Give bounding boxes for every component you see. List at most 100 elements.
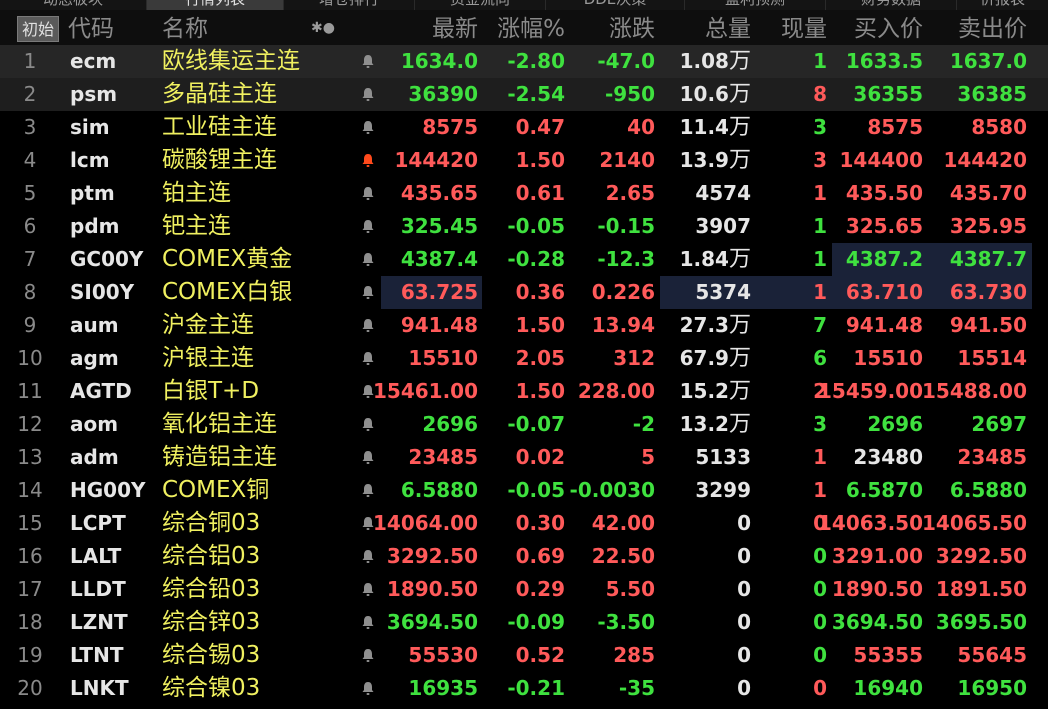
bid-price: 325.65 xyxy=(845,214,923,238)
table-row[interactable]: 1 ecm 欧线集运主连 1634.0 -2.80 -47.0 1.08万 1 1633.5 16… xyxy=(0,45,1048,78)
header-last[interactable]: 最新 xyxy=(432,10,478,46)
bell-icon[interactable] xyxy=(360,441,376,474)
bell-icon[interactable] xyxy=(360,111,376,144)
table-row[interactable]: 17 LLDT 综合铅03 1890.50 0.29 5.50 0 0 1890.50 1891.… xyxy=(0,573,1048,606)
table-row[interactable]: 12 aom 氧化铝主连 2696 -0.07 -2 13.2万 3 2696 2697 xyxy=(0,408,1048,441)
total-volume: 5133 xyxy=(695,441,751,474)
bell-icon[interactable] xyxy=(360,309,376,342)
bid-price: 14063.50 xyxy=(817,511,923,535)
total-volume-value: 1.84 xyxy=(679,247,729,271)
row-number: 4 xyxy=(23,148,37,172)
ask-price: 3292.50 xyxy=(935,544,1027,568)
init-button[interactable]: 初始 xyxy=(17,16,59,42)
bell-icon[interactable] xyxy=(360,474,376,507)
table-row[interactable]: 20 LNKT 综合镍03 16935 -0.21 -35 0 0 16940 16950 xyxy=(0,672,1048,705)
bell-icon[interactable] xyxy=(360,573,376,606)
bid-price: 941.48 xyxy=(845,313,923,337)
header-pct[interactable]: 涨幅% xyxy=(497,10,565,46)
symbol-name: 氧化铝主连 xyxy=(162,411,277,437)
last-price: 16935 xyxy=(408,676,478,700)
table-row[interactable]: 15 LCPT 综合铜03 14064.00 0.30 42.00 0 0 14063.50 14… xyxy=(0,507,1048,540)
tab-capital-flow[interactable]: 资金流向 xyxy=(415,0,546,10)
header-cur[interactable]: 现量 xyxy=(781,10,827,46)
table-row[interactable]: 2 psm 多晶硅主连 36390 -2.54 -950 10.6万 8 36355 36385 xyxy=(0,78,1048,111)
ask-price: 4387.7 xyxy=(949,247,1027,271)
bell-icon[interactable] xyxy=(360,606,376,639)
change-value: 22.50 xyxy=(591,544,655,568)
bell-icon[interactable] xyxy=(360,78,376,111)
symbol-code: LLDT xyxy=(70,577,126,601)
total-volume: 5374 xyxy=(695,276,751,309)
table-row[interactable]: 8 SI00Y COMEX白银 63.725 0.36 0.226 5374 1 63.710 6… xyxy=(0,276,1048,309)
tab-report[interactable]: 价报表 xyxy=(957,0,1048,10)
table-row[interactable]: 13 adm 铸造铝主连 23485 0.02 5 5133 1 23480 23485 xyxy=(0,441,1048,474)
bell-icon[interactable] xyxy=(360,540,376,573)
settings-icon[interactable]: ✱● xyxy=(311,20,335,36)
table-row[interactable]: 4 lcm 碳酸锂主连 144420 1.50 2140 13.9万 3 144400 14442… xyxy=(0,144,1048,177)
symbol-code: lcm xyxy=(70,148,110,172)
tab-dynamic-sector[interactable]: 动态板块 xyxy=(0,0,147,10)
change-percent: 0.02 xyxy=(515,445,565,469)
bid-price: 36355 xyxy=(853,82,923,106)
bell-icon[interactable] xyxy=(360,408,376,441)
tab-quote-list[interactable]: 行情列表 xyxy=(147,0,284,10)
bell-icon[interactable] xyxy=(360,210,376,243)
table-row[interactable]: 19 LTNT 综合锡03 55530 0.52 285 0 0 55355 55645 xyxy=(0,639,1048,672)
bell-icon[interactable] xyxy=(360,342,376,375)
total-volume-unit: 万 xyxy=(728,313,751,338)
bid-price: 8575 xyxy=(867,115,923,139)
table-row[interactable]: 18 LZNT 综合锌03 3694.50 -0.09 -3.50 0 0 3694.50 369… xyxy=(0,606,1048,639)
row-number: 7 xyxy=(23,247,37,271)
header-vol[interactable]: 总量 xyxy=(705,10,751,46)
total-volume: 1.84万 xyxy=(680,243,751,276)
tab-financial-data[interactable]: 财务数据 xyxy=(826,0,957,10)
bell-icon[interactable] xyxy=(360,177,376,210)
table-row[interactable]: 6 pdm 钯主连 325.45 -0.05 -0.15 3907 1 325.65 325.95 xyxy=(0,210,1048,243)
header-ask[interactable]: 卖出价 xyxy=(958,10,1027,46)
symbol-name: COMEX白银 xyxy=(162,279,293,305)
change-percent: -2.54 xyxy=(507,82,565,106)
bell-icon[interactable] xyxy=(360,243,376,276)
total-volume-value: 27.3 xyxy=(679,313,729,337)
bell-icon[interactable] xyxy=(360,45,376,78)
tab-profit-forecast[interactable]: 盈利预测 xyxy=(685,0,826,10)
total-volume: 13.9万 xyxy=(680,144,751,177)
change-percent: 1.50 xyxy=(515,379,565,403)
total-volume-value: 67.9 xyxy=(679,346,729,370)
symbol-name: 碳酸锂主连 xyxy=(162,147,277,173)
table-row[interactable]: 5 ptm 铂主连 435.65 0.61 2.65 4574 1 435.50 435.70 xyxy=(0,177,1048,210)
header-bid[interactable]: 买入价 xyxy=(854,10,923,46)
table-row[interactable]: 3 sim 工业硅主连 8575 0.47 40 11.4万 3 8575 8580 xyxy=(0,111,1048,144)
bell-icon[interactable] xyxy=(360,276,376,309)
change-percent: 0.30 xyxy=(515,511,565,535)
last-price: 325.45 xyxy=(400,214,478,238)
table-row[interactable]: 11 AGTD 白银T+D 15461.00 1.50 228.00 15.2万 2 15459… xyxy=(0,375,1048,408)
current-volume: 8 xyxy=(813,82,827,106)
last-price: 23485 xyxy=(408,445,478,469)
table-row[interactable]: 7 GC00Y COMEX黄金 4387.4 -0.28 -12.3 1.84万 1 4387.… xyxy=(0,243,1048,276)
table-row[interactable]: 14 HG00Y COMEX铜 6.5880 -0.05 -0.0030 3299 1 6.58… xyxy=(0,474,1048,507)
change-percent: -0.07 xyxy=(507,412,565,436)
alert-bell-icon[interactable] xyxy=(360,144,376,177)
tab-position-ranking[interactable]: 增仓排行 xyxy=(284,0,415,10)
change-percent: -2.80 xyxy=(507,49,565,73)
row-number: 14 xyxy=(17,478,43,502)
header-code[interactable]: 代码 xyxy=(68,10,114,46)
total-volume-value: 0 xyxy=(737,610,751,634)
symbol-name: 铂主连 xyxy=(162,180,231,206)
bell-icon[interactable] xyxy=(360,639,376,672)
symbol-name: 综合铜03 xyxy=(162,510,261,536)
total-volume-value: 13.9 xyxy=(679,148,729,172)
bell-icon[interactable] xyxy=(360,672,376,705)
change-percent: 1.50 xyxy=(515,148,565,172)
tab-dde[interactable]: DDE决策 xyxy=(546,0,685,10)
symbol-name: 综合铅03 xyxy=(162,576,261,602)
header-name[interactable]: 名称 xyxy=(162,10,208,46)
symbol-code: ptm xyxy=(70,181,115,205)
total-volume-unit: 万 xyxy=(728,247,751,272)
header-chg[interactable]: 涨跌 xyxy=(609,10,655,46)
table-row[interactable]: 10 agm 沪银主连 15510 2.05 312 67.9万 6 15510 15514 xyxy=(0,342,1048,375)
row-number: 17 xyxy=(17,577,43,601)
table-row[interactable]: 9 aum 沪金主连 941.48 1.50 13.94 27.3万 7 941.48 941.5… xyxy=(0,309,1048,342)
table-row[interactable]: 16 LALT 综合铝03 3292.50 0.69 22.50 0 0 3291.00 3292… xyxy=(0,540,1048,573)
